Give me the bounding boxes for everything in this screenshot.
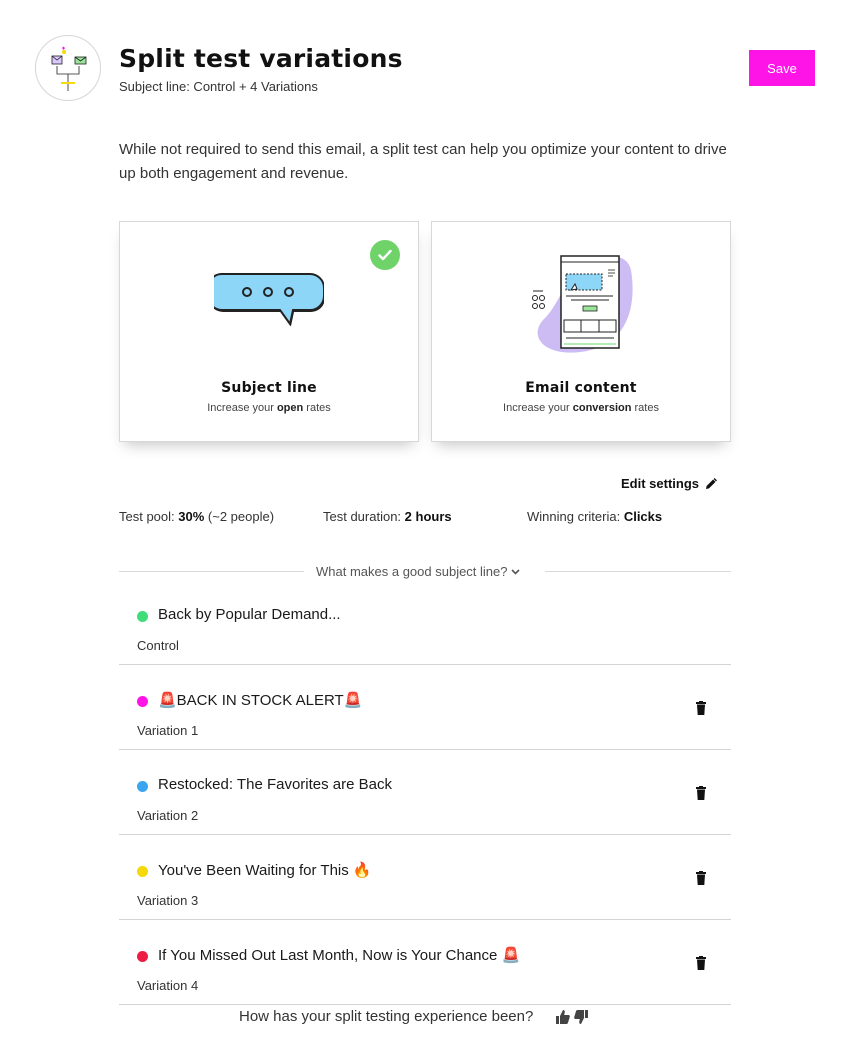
variation-subject-text[interactable]: If You Missed Out Last Month, Now is You… <box>158 946 520 964</box>
variation-label: Variation 1 <box>137 723 199 738</box>
card-title: Email content <box>525 380 637 396</box>
variation-color-dot <box>137 866 148 877</box>
save-button[interactable]: Save <box>749 50 815 86</box>
intro-text: While not required to send this email, a… <box>119 141 727 182</box>
variation-subject-text[interactable]: 🚨BACK IN STOCK ALERT🚨 <box>158 691 362 709</box>
pencil-icon <box>706 477 718 489</box>
email-layout-icon <box>432 250 730 370</box>
trash-icon[interactable] <box>696 786 706 800</box>
variation-row[interactable]: If You Missed Out Last Month, Now is You… <box>119 920 731 1005</box>
page-subtitle: Subject line: Control + 4 Variations <box>119 79 318 94</box>
card-description: Increase your conversion rates <box>503 402 659 414</box>
feedback-prompt: How has your split testing experience be… <box>239 1008 589 1025</box>
edit-settings-label: Edit settings <box>621 476 700 491</box>
speech-bubble-icon <box>120 250 418 370</box>
variation-label: Control <box>137 638 179 653</box>
trash-icon[interactable] <box>696 871 706 885</box>
edit-settings-link[interactable]: Edit settings <box>621 476 718 491</box>
feedback-question: How has your split testing experience be… <box>239 1008 534 1025</box>
trash-icon[interactable] <box>696 956 706 970</box>
page-title: Split test variations <box>119 44 403 73</box>
chevron-down-icon <box>510 569 520 575</box>
variation-color-dot <box>137 951 148 962</box>
variation-color-dot <box>137 781 148 792</box>
variation-subject-text[interactable]: Back by Popular Demand... <box>158 606 341 623</box>
subject-line-card[interactable]: Subject line Increase your open rates <box>119 221 419 442</box>
thumbs-up-icon[interactable] <box>555 1009 571 1025</box>
test-duration-stat: Test duration: 2 hours <box>323 509 452 524</box>
variation-color-dot <box>137 696 148 707</box>
variation-row[interactable]: You've Been Waiting for This 🔥 Variation … <box>119 835 731 920</box>
variation-label: Variation 2 <box>137 808 199 823</box>
variation-row[interactable]: 🚨BACK IN STOCK ALERT🚨 Variation 1 <box>119 665 731 750</box>
thumbs-down-icon[interactable] <box>573 1009 589 1025</box>
divider <box>545 571 731 572</box>
email-content-card[interactable]: Email content Increase your conversion r… <box>431 221 731 442</box>
divider <box>119 571 304 572</box>
variation-label: Variation 4 <box>137 978 199 993</box>
variation-subject-text[interactable]: Restocked: The Favorites are Back <box>158 776 392 793</box>
card-description: Increase your open rates <box>207 402 331 414</box>
card-title: Subject line <box>221 380 317 396</box>
variation-color-dot <box>137 611 148 622</box>
winning-criteria-stat: Winning criteria: Clicks <box>527 509 663 524</box>
variation-subject-text[interactable]: You've Been Waiting for This 🔥 <box>158 861 372 879</box>
variation-label: Variation 3 <box>137 893 199 908</box>
variation-row[interactable]: Back by Popular Demand... Control <box>119 580 731 665</box>
test-pool-stat: Test pool: 30% (~2 people) <box>119 509 275 524</box>
trash-icon[interactable] <box>696 701 706 715</box>
variation-row[interactable]: Restocked: The Favorites are Back Variati… <box>119 750 731 835</box>
good-subject-line-label: What makes a good subject line? <box>316 564 508 579</box>
good-subject-line-toggle[interactable]: What makes a good subject line? <box>316 564 520 579</box>
logo <box>35 35 101 101</box>
